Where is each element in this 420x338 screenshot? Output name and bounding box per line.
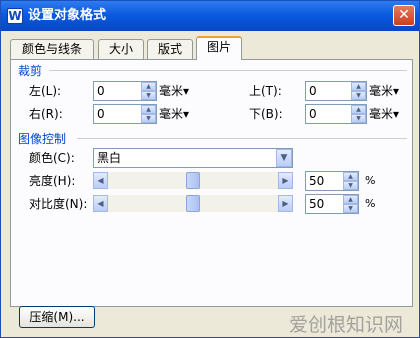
picture-tab-panel: 裁剪 左(L): 0 ▲ ▼ 毫米▾ 上(T): 0 ▲ ▼ 毫米▾ 右(R):… (10, 59, 413, 336)
crop-bottom-value: 0 (309, 107, 317, 121)
contrast-spinner[interactable]: 50 ▲ ▼ (305, 194, 359, 214)
spin-down-icon[interactable]: ▼ (343, 181, 358, 190)
crop-left-spinner[interactable]: 0 ▲ ▼ (93, 81, 157, 101)
brightness-spinner[interactable]: 50 ▲ ▼ (305, 171, 359, 191)
spin-up-icon[interactable]: ▲ (343, 195, 358, 204)
crop-right-spinner[interactable]: 0 ▲ ▼ (93, 104, 157, 124)
crop-top-unit[interactable]: 毫米▾ (369, 82, 399, 100)
compress-button[interactable]: 压缩(M)... (19, 306, 95, 328)
spin-down-icon[interactable]: ▼ (343, 204, 358, 213)
tab-layout[interactable]: 版式 (147, 39, 193, 59)
crop-right-spin-buttons: ▲ ▼ (141, 105, 156, 123)
crop-top-label: 上(T): (249, 84, 282, 98)
crop-bottom-spin-buttons: ▲ ▼ (351, 105, 366, 123)
crop-left-label: 左(L): (29, 84, 62, 98)
brightness-label: 亮度(H): (29, 174, 76, 188)
title-bar[interactable]: W 设置对象格式 ✕ (1, 1, 419, 31)
close-icon: ✕ (398, 7, 410, 23)
crop-left-spin-buttons: ▲ ▼ (141, 82, 156, 100)
arrow-right-icon[interactable]: ▶ (278, 195, 293, 212)
contrast-label: 对比度(N): (29, 197, 88, 211)
spin-down-icon[interactable]: ▼ (141, 91, 156, 100)
crop-right-label: 右(R): (29, 107, 63, 121)
crop-group-title: 裁剪 (18, 64, 43, 78)
tab-picture[interactable]: 图片 (196, 36, 242, 60)
crop-top-value: 0 (309, 84, 317, 98)
color-value: 黑白 (97, 151, 122, 165)
spin-up-icon[interactable]: ▲ (351, 105, 366, 114)
tab-size[interactable]: 大小 (98, 39, 144, 59)
watermark-text: 爱创根知识网 (289, 314, 404, 336)
color-dropdown[interactable]: 黑白 ▼ (93, 148, 293, 168)
spin-down-icon[interactable]: ▼ (141, 114, 156, 123)
brightness-unit: % (365, 174, 376, 187)
wps-writer-icon: W (7, 8, 23, 24)
contrast-value: 50 (309, 197, 325, 211)
crop-top-spinner[interactable]: 0 ▲ ▼ (305, 81, 367, 101)
tab-colors-lines[interactable]: 颜色与线条 (10, 39, 94, 59)
brightness-slider[interactable]: ◀ ▶ (93, 172, 293, 189)
chevron-down-icon[interactable]: ▼ (276, 149, 292, 167)
crop-top-spin-buttons: ▲ ▼ (351, 82, 366, 100)
dialog-title: 设置对象格式 (28, 8, 107, 23)
contrast-spin-buttons: ▲ ▼ (343, 195, 358, 213)
close-button[interactable]: ✕ (393, 5, 415, 26)
crop-group-divider (49, 70, 407, 71)
color-label: 颜色(C): (29, 151, 75, 165)
contrast-slider-track[interactable] (108, 195, 278, 212)
arrow-right-icon[interactable]: ▶ (278, 172, 293, 189)
spin-up-icon[interactable]: ▲ (343, 172, 358, 181)
brightness-slider-thumb[interactable] (186, 172, 200, 189)
spin-up-icon[interactable]: ▲ (141, 105, 156, 114)
arrow-left-icon[interactable]: ◀ (93, 195, 108, 212)
crop-bottom-unit[interactable]: 毫米▾ (369, 105, 399, 123)
contrast-slider[interactable]: ◀ ▶ (93, 195, 293, 212)
spin-up-icon[interactable]: ▲ (351, 82, 366, 91)
spin-down-icon[interactable]: ▼ (351, 114, 366, 123)
brightness-value: 50 (309, 174, 325, 188)
crop-left-value: 0 (97, 84, 105, 98)
crop-right-unit[interactable]: 毫米▾ (159, 105, 189, 123)
brightness-spin-buttons: ▲ ▼ (343, 172, 358, 190)
arrow-left-icon[interactable]: ◀ (93, 172, 108, 189)
contrast-unit: % (365, 197, 376, 210)
spin-up-icon[interactable]: ▲ (141, 82, 156, 91)
crop-left-unit[interactable]: 毫米▾ (159, 82, 189, 100)
image-control-group-title: 图像控制 (18, 132, 67, 146)
image-control-group-divider (77, 138, 407, 139)
contrast-slider-thumb[interactable] (186, 195, 200, 212)
spin-down-icon[interactable]: ▼ (351, 91, 366, 100)
crop-right-value: 0 (97, 107, 105, 121)
crop-bottom-label: 下(B): (249, 107, 283, 121)
brightness-slider-track[interactable] (108, 172, 278, 189)
format-object-dialog: W 设置对象格式 ✕ 颜色与线条 大小 版式 图片 裁剪 左(L): 0 ▲ ▼… (0, 0, 420, 338)
crop-bottom-spinner[interactable]: 0 ▲ ▼ (305, 104, 367, 124)
